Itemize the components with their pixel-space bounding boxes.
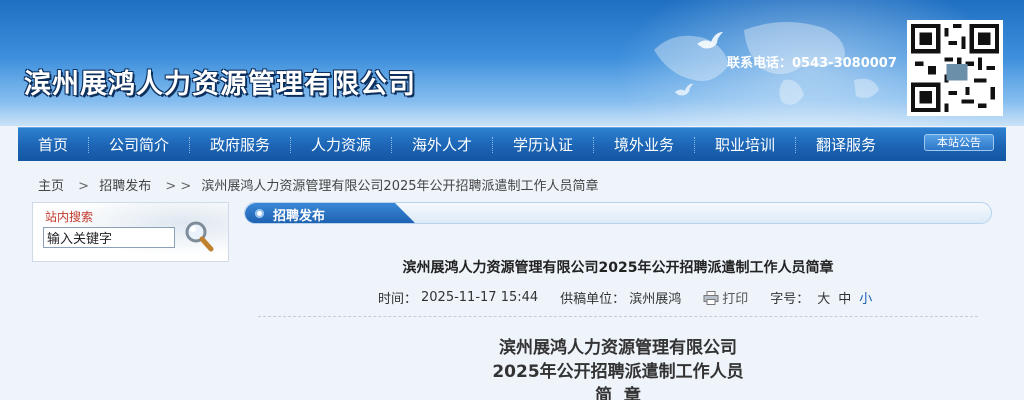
heading-line: 2025年公开招聘派遣制工作人员 [492,362,744,382]
nav-item-overseas-business[interactable]: 境外业务 [594,128,694,162]
article-meta: 时间： 2025-11-17 15:44 供稿单位： 滨州展鸿 打印 字号： 大… [378,288,876,307]
heading-line: 简 章 [595,386,641,400]
dove-icon [697,32,723,49]
font-size-large[interactable]: 大 [817,288,830,307]
qr-code [907,20,1003,116]
time-label: 时间： [378,292,418,307]
font-size-medium[interactable]: 中 [838,288,851,307]
nav-item-hr[interactable]: 人力资源 [291,128,391,162]
section-title: 招聘发布 [273,209,326,224]
article-title: 滨州展鸿人力资源管理有限公司2025年公开招聘派遣制工作人员简章 [402,260,834,276]
search-input[interactable] [43,227,175,248]
breadcrumb-separator: > [78,179,90,194]
nav-item-about[interactable]: 公司简介 [89,128,189,162]
dove-icon [674,83,694,96]
header-banner: 滨州展鸿人力资源管理有限公司 联系电话：0543-3080007 [0,0,1024,126]
nav-item-training[interactable]: 职业培训 [695,128,795,162]
article-body-heading: 滨州展鸿人力资源管理有限公司 2025年公开招聘派遣制工作人员 简 章 [244,336,992,400]
font-size-label: 字号： [770,292,810,307]
heading-line: 滨州展鸿人力资源管理有限公司 [499,338,737,358]
nav-item-government[interactable]: 政府服务 [190,128,290,162]
contact-phone: 联系电话：0543-3080007 [727,56,897,71]
search-icon[interactable] [183,219,215,253]
breadcrumb-home[interactable]: 主页 [38,179,64,194]
nav-item-degree-cert[interactable]: 学历认证 [493,128,593,162]
nav-item-home[interactable]: 首页 [18,128,88,162]
section-tab [245,203,417,223]
print-button[interactable]: 打印 [703,288,748,307]
bullet-icon [255,209,264,218]
main-nav: 首页 公司简介 政府服务 人力资源 海外人才 学历认证 境外业务 职业培训 翻译… [18,127,1006,161]
nav-item-overseas-talent[interactable]: 海外人才 [392,128,492,162]
font-size-small[interactable]: 小 [859,288,872,307]
source-label: 供稿单位： [560,292,626,307]
company-name: 滨州展鸿人力资源管理有限公司 [24,69,416,100]
divider [258,316,978,317]
site-search-panel: 站内搜索 [32,202,229,262]
breadcrumb: 主页 > 招聘发布 > > 滨州展鸿人力资源管理有限公司2025年公开招聘派遣制… [38,175,603,194]
search-title: 站内搜索 [45,210,94,224]
breadcrumb-current: 滨州展鸿人力资源管理有限公司2025年公开招聘派遣制工作人员简章 [201,179,599,194]
print-label: 打印 [722,292,749,307]
printer-icon [703,290,719,305]
site-notice-button[interactable]: 本站公告 [924,134,994,151]
time-value: 2025-11-17 15:44 [421,290,539,305]
nav-item-translation[interactable]: 翻译服务 [796,128,896,162]
breadcrumb-separator: > > [165,179,192,194]
source-value: 滨州展鸿 [629,292,682,307]
section-header: 招聘发布 [244,202,992,224]
breadcrumb-category[interactable]: 招聘发布 [99,179,151,194]
qr-code-icon [911,24,999,112]
